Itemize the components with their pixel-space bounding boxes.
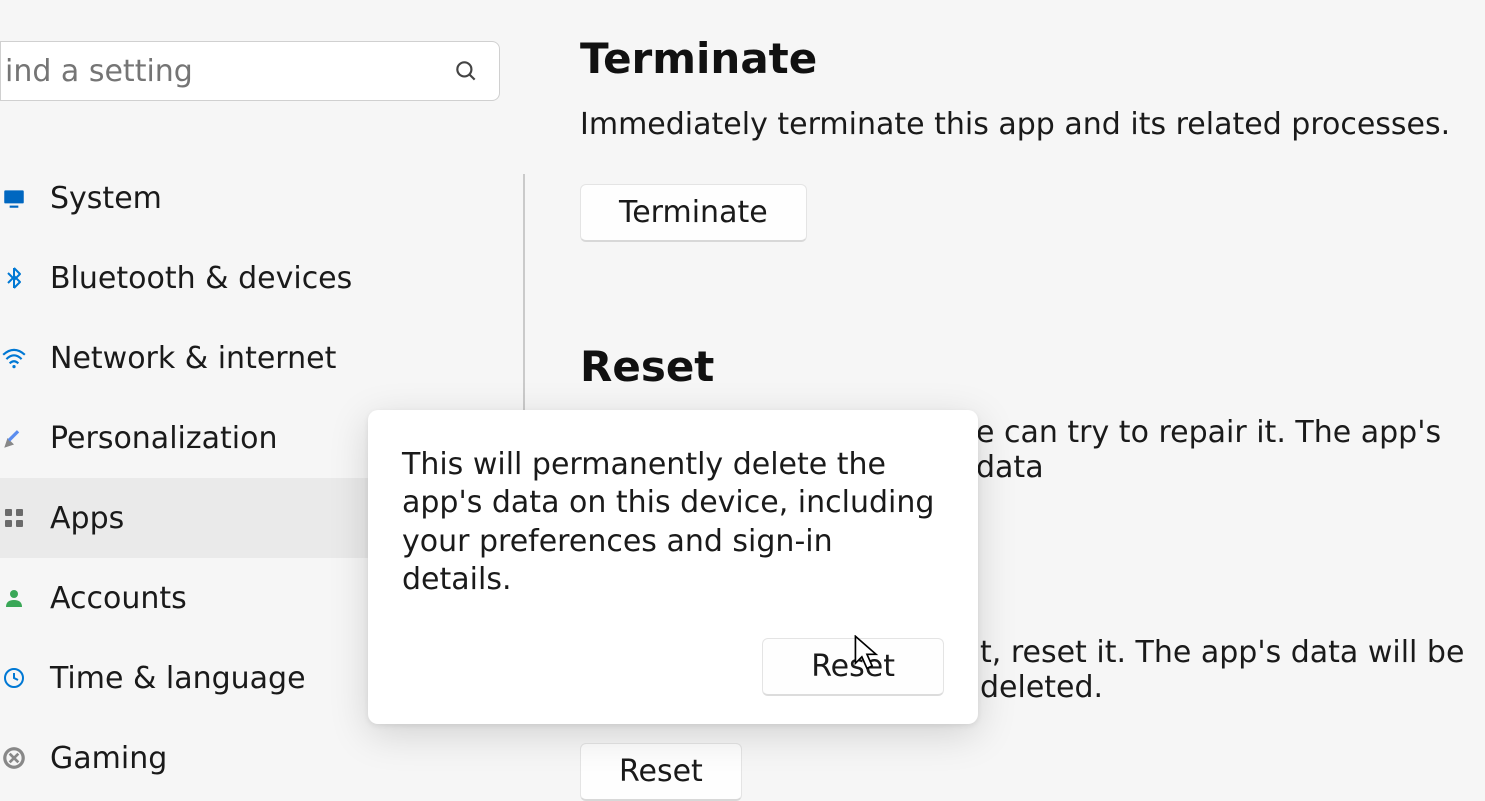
apps-icon — [0, 504, 28, 532]
bluetooth-icon — [0, 264, 28, 292]
popover-reset-button[interactable]: Reset — [762, 638, 944, 696]
terminate-button[interactable]: Terminate — [580, 184, 807, 242]
sidebar-item-label: Bluetooth & devices — [50, 261, 352, 296]
search-input[interactable] — [5, 54, 453, 89]
accounts-icon — [0, 584, 28, 612]
search-icon — [453, 58, 479, 84]
sidebar-item-label: System — [50, 181, 162, 216]
scrollbar-indicator[interactable] — [523, 174, 525, 414]
sidebar-item-label: Gaming — [50, 741, 167, 776]
sidebar-item-label: Accounts — [50, 581, 187, 616]
sidebar-item-bluetooth[interactable]: Bluetooth & devices — [0, 238, 530, 318]
sidebar-item-label: Apps — [50, 501, 124, 536]
sidebar-item-system[interactable]: System — [0, 158, 530, 238]
sidebar-item-label: Personalization — [50, 421, 277, 456]
system-icon — [0, 184, 28, 212]
reset-button[interactable]: Reset — [580, 743, 742, 801]
time-icon — [0, 664, 28, 692]
reset-confirm-popover: This will permanently delete the app's d… — [368, 410, 978, 724]
popover-text: This will permanently delete the app's d… — [402, 446, 944, 600]
sidebar-item-label: Time & language — [50, 661, 306, 696]
network-icon — [0, 344, 28, 372]
sidebar-item-label: Network & internet — [50, 341, 336, 376]
sidebar-item-network[interactable]: Network & internet — [0, 318, 530, 398]
gaming-icon — [0, 744, 28, 772]
search-field[interactable] — [0, 41, 500, 101]
reset-desc2-partial: t, reset it. The app's data will be dele… — [980, 635, 1485, 705]
reset-title: Reset — [580, 342, 1485, 391]
sidebar-item-gaming[interactable]: Gaming — [0, 718, 530, 798]
terminate-title: Terminate — [580, 34, 1485, 83]
personalization-icon — [0, 424, 28, 452]
terminate-desc: Immediately terminate this app and its r… — [580, 107, 1485, 142]
reset-desc-partial: e can try to repair it. The app's data — [976, 415, 1485, 485]
